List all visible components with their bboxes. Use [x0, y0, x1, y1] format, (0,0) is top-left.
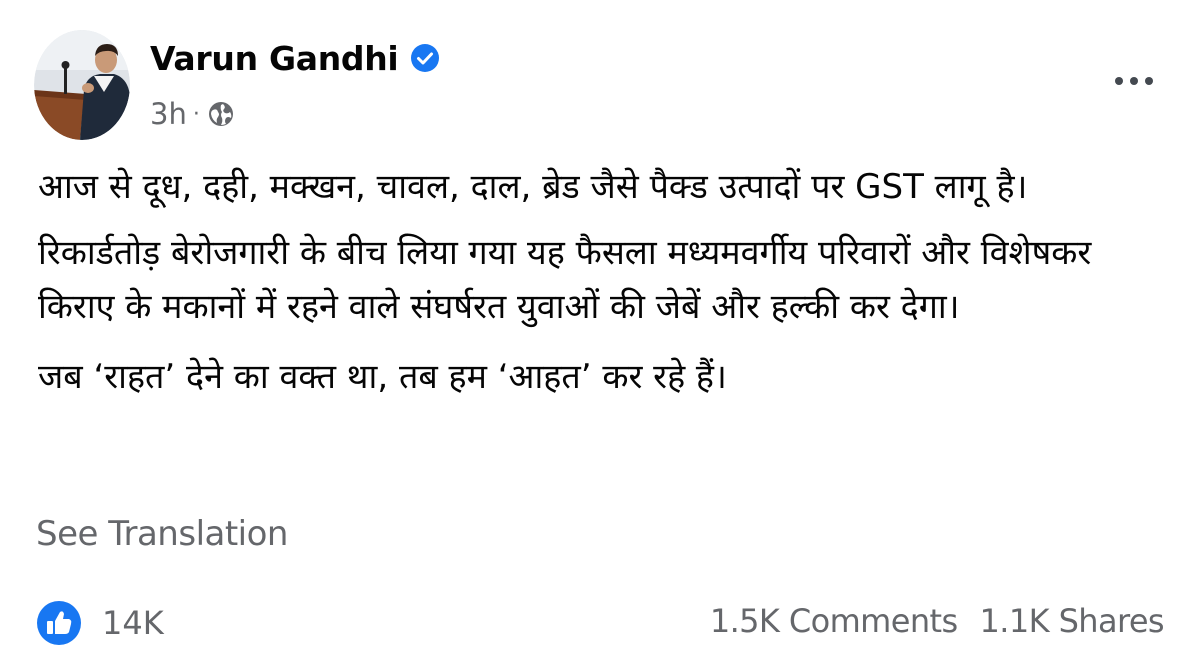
- comments-count[interactable]: 1.5K Comments: [710, 602, 958, 640]
- post-timestamp[interactable]: 3h: [150, 97, 187, 131]
- globe-icon[interactable]: [208, 101, 234, 127]
- like-icon: [36, 600, 82, 646]
- post-paragraph: आज से दूध, दही, मक्खन, चावल, दाल, ब्रेड …: [38, 167, 1028, 207]
- verified-badge-icon: [410, 43, 440, 73]
- meta-separator: ·: [192, 101, 200, 127]
- avatar[interactable]: [34, 30, 130, 140]
- facebook-post: Varun Gandhi 3h · आज से दूध, दही, मक्खन,…: [0, 0, 1200, 670]
- profile-photo: [34, 30, 130, 140]
- more-options-dot: [1130, 77, 1138, 85]
- post-meta: 3h ·: [150, 94, 234, 134]
- more-options-button[interactable]: [1104, 66, 1164, 96]
- more-options-dot: [1145, 77, 1153, 85]
- engagement-stats: 1.5K Comments 1.1K Shares: [710, 602, 1165, 640]
- post-paragraph: रिकार्डतोड़ बेरोजगारी के बीच लिया गया यह…: [38, 233, 1092, 327]
- shares-count[interactable]: 1.1K Shares: [980, 602, 1165, 640]
- author-name[interactable]: Varun Gandhi: [150, 39, 399, 78]
- more-options-icon: [1115, 77, 1123, 85]
- post-paragraph: जब ‘राहत’ देने का वक्त था, तब हम ‘आहत’ क…: [38, 357, 727, 397]
- author-row: Varun Gandhi: [150, 36, 440, 80]
- see-translation-link[interactable]: See Translation: [36, 514, 288, 554]
- post-text: आज से दूध, दही, मक्खन, चावल, दाल, ब्रेड …: [38, 160, 1158, 416]
- reaction-count: 14K: [102, 604, 164, 642]
- reactions-summary[interactable]: 14K: [36, 600, 164, 646]
